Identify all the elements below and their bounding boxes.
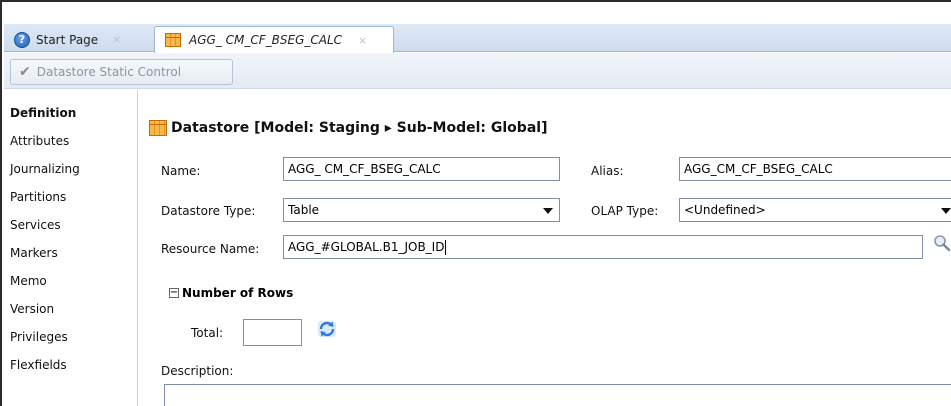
description-label: Description: bbox=[161, 364, 234, 378]
refresh-icon[interactable] bbox=[317, 320, 337, 338]
sidebar-item-flexfields[interactable]: Flexfields bbox=[10, 358, 67, 372]
tab-datastore[interactable]: AGG_ CM_CF_BSEG_CALC × bbox=[154, 26, 394, 53]
tab-start-page[interactable]: ? Start Page × bbox=[8, 27, 152, 52]
total-label: Total: bbox=[191, 326, 224, 340]
sidebar-item-memo[interactable]: Memo bbox=[10, 274, 47, 288]
olap-type-label: OLAP Type: bbox=[591, 204, 659, 218]
section-title: Datastore [Model: Staging ▸ Sub-Model: G… bbox=[149, 120, 547, 136]
sidebar-item-attributes[interactable]: Attributes bbox=[10, 134, 69, 148]
datastore-static-control-label: Datastore Static Control bbox=[36, 65, 182, 79]
tab-datastore-label: AGG_ CM_CF_BSEG_CALC bbox=[189, 33, 343, 47]
toolbar: ✔ Datastore Static Control bbox=[4, 53, 951, 89]
editor-window: ? Start Page × AGG_ CM_CF_BSEG_CALC × ✔ … bbox=[0, 0, 951, 406]
alias-field[interactable]: AGG_CM_CF_BSEG_CALC bbox=[679, 157, 951, 181]
definition-panel: Datastore [Model: Staging ▸ Sub-Model: G… bbox=[139, 90, 951, 406]
datastore-type-value: Table bbox=[288, 203, 320, 217]
tab-strip: ? Start Page × AGG_ CM_CF_BSEG_CALC × bbox=[4, 24, 951, 53]
chevron-down-icon bbox=[941, 208, 951, 214]
number-of-rows-title: Number of Rows bbox=[182, 286, 294, 300]
number-of-rows-header[interactable]: − Number of Rows bbox=[169, 286, 293, 300]
datastore-type-select[interactable]: Table bbox=[283, 198, 560, 222]
datastore-table-icon bbox=[149, 120, 167, 136]
help-icon: ? bbox=[14, 31, 30, 48]
olap-type-value: <Undefined> bbox=[684, 203, 766, 217]
alias-label: Alias: bbox=[591, 164, 624, 178]
total-field[interactable] bbox=[243, 319, 302, 346]
sidebar-item-journalizing[interactable]: Journalizing bbox=[10, 162, 80, 176]
sidebar-item-markers[interactable]: Markers bbox=[10, 246, 58, 260]
sidebar: Definition Attributes Journalizing Parti… bbox=[4, 90, 138, 406]
sidebar-item-version[interactable]: Version bbox=[10, 302, 54, 316]
sidebar-item-privileges[interactable]: Privileges bbox=[10, 330, 68, 344]
datastore-table-icon bbox=[165, 33, 181, 47]
olap-type-select[interactable]: <Undefined> bbox=[679, 198, 951, 222]
text-caret bbox=[445, 240, 447, 255]
sidebar-item-definition[interactable]: Definition bbox=[10, 106, 76, 120]
name-field[interactable]: AGG_ CM_CF_BSEG_CALC bbox=[283, 157, 560, 181]
name-label: Name: bbox=[161, 164, 201, 178]
close-icon[interactable]: × bbox=[112, 33, 121, 46]
datastore-type-label: Datastore Type: bbox=[161, 204, 256, 218]
tab-start-page-label: Start Page bbox=[36, 32, 99, 47]
section-title-text: Datastore [Model: Staging ▸ Sub-Model: G… bbox=[171, 120, 548, 136]
close-icon[interactable]: × bbox=[358, 34, 367, 47]
check-icon: ✔ bbox=[19, 64, 31, 80]
resource-name-field[interactable]: AGG_#GLOBAL.B1_JOB_ID bbox=[283, 235, 923, 259]
collapse-icon[interactable]: − bbox=[169, 288, 179, 298]
description-textarea[interactable] bbox=[164, 384, 951, 406]
chevron-down-icon bbox=[543, 208, 553, 214]
resource-name-value: AGG_#GLOBAL.B1_JOB_ID bbox=[288, 240, 445, 254]
resource-name-label: Resource Name: bbox=[161, 242, 260, 256]
search-icon[interactable] bbox=[933, 234, 951, 252]
sidebar-item-partitions[interactable]: Partitions bbox=[10, 190, 66, 204]
sidebar-item-services[interactable]: Services bbox=[10, 218, 61, 232]
datastore-static-control-button[interactable]: ✔ Datastore Static Control bbox=[10, 59, 233, 85]
